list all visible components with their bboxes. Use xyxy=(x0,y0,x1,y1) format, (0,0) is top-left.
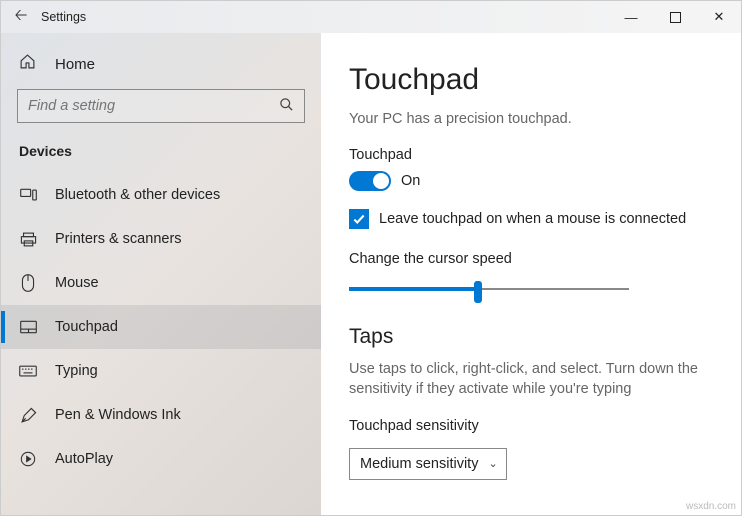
sidebar-group-header: Devices xyxy=(1,139,321,173)
search-box[interactable] xyxy=(17,89,305,123)
minimize-button[interactable]: — xyxy=(609,1,653,33)
taps-heading: Taps xyxy=(349,325,713,349)
sidebar: Home Devices Bluetooth & other devices xyxy=(1,33,321,515)
devices-icon xyxy=(19,188,37,202)
maximize-button[interactable] xyxy=(653,1,697,33)
sidebar-item-mouse[interactable]: Mouse xyxy=(1,261,321,305)
printer-icon xyxy=(19,231,37,248)
home-icon xyxy=(19,53,37,75)
home-nav[interactable]: Home xyxy=(1,45,321,89)
chevron-down-icon: ⌄ xyxy=(488,457,497,470)
page-heading: Touchpad xyxy=(349,63,713,97)
sidebar-item-typing[interactable]: Typing xyxy=(1,349,321,393)
leave-on-checkbox[interactable] xyxy=(349,209,369,229)
slider-thumb[interactable] xyxy=(474,281,482,303)
sidebar-item-touchpad[interactable]: Touchpad xyxy=(1,305,321,349)
search-input[interactable] xyxy=(28,98,279,114)
sidebar-item-label: Pen & Windows Ink xyxy=(55,407,181,423)
sidebar-item-label: Touchpad xyxy=(55,319,118,335)
touchpad-icon xyxy=(19,320,37,334)
sidebar-item-printers[interactable]: Printers & scanners xyxy=(1,217,321,261)
content-pane: Touchpad Your PC has a precision touchpa… xyxy=(321,33,741,515)
search-icon xyxy=(279,97,294,115)
back-button[interactable]: 🡠 xyxy=(1,4,41,31)
touchpad-toggle[interactable] xyxy=(349,171,391,191)
touchpad-toggle-label: Touchpad xyxy=(349,147,713,163)
cursor-speed-label: Change the cursor speed xyxy=(349,251,713,267)
keyboard-icon xyxy=(19,365,37,377)
sensitivity-label: Touchpad sensitivity xyxy=(349,418,713,434)
precision-text: Your PC has a precision touchpad. xyxy=(349,111,713,127)
home-label: Home xyxy=(55,56,95,73)
window-title: Settings xyxy=(41,10,86,24)
cursor-speed-slider[interactable] xyxy=(349,279,629,299)
sensitivity-value: Medium sensitivity xyxy=(360,456,478,472)
sidebar-item-label: AutoPlay xyxy=(55,451,113,467)
sidebar-item-label: Printers & scanners xyxy=(55,231,182,247)
close-button[interactable]: ✕ xyxy=(697,1,741,33)
sidebar-item-pen[interactable]: Pen & Windows Ink xyxy=(1,393,321,437)
sidebar-item-autoplay[interactable]: AutoPlay xyxy=(1,437,321,481)
watermark: wsxdn.com xyxy=(686,501,736,512)
autoplay-icon xyxy=(19,451,37,467)
sensitivity-select[interactable]: Medium sensitivity ⌄ xyxy=(349,448,507,480)
sidebar-item-label: Bluetooth & other devices xyxy=(55,187,220,203)
taps-description: Use taps to click, right-click, and sele… xyxy=(349,359,713,400)
sidebar-item-label: Mouse xyxy=(55,275,99,291)
leave-on-label: Leave touchpad on when a mouse is connec… xyxy=(379,211,686,227)
sidebar-item-bluetooth[interactable]: Bluetooth & other devices xyxy=(1,173,321,217)
sidebar-item-label: Typing xyxy=(55,363,98,379)
title-bar: 🡠 Settings — ✕ xyxy=(1,1,741,33)
pen-icon xyxy=(19,407,37,424)
mouse-icon xyxy=(19,274,37,292)
toggle-state-text: On xyxy=(401,173,420,189)
